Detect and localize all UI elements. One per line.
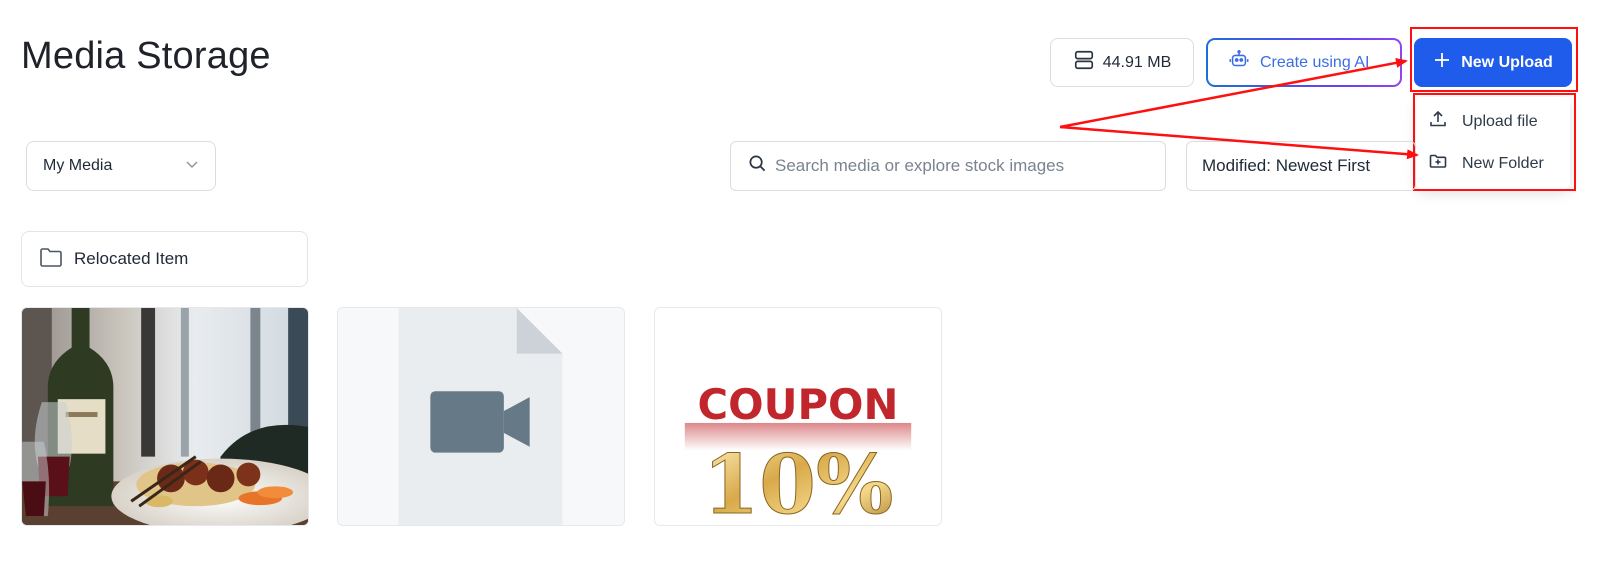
new-upload-label: New Upload: [1461, 53, 1553, 71]
chevron-down-icon: [185, 157, 199, 176]
sort-value: Modified: Newest First: [1202, 156, 1371, 175]
coupon-text: COUPON: [698, 380, 899, 429]
upload-icon: [1428, 109, 1448, 134]
storage-usage-value: 44.91 MB: [1102, 53, 1172, 71]
sort-select[interactable]: Modified: Newest First: [1186, 141, 1416, 191]
menu-item-upload-file[interactable]: Upload file: [1428, 109, 1538, 134]
new-upload-button[interactable]: New Upload: [1414, 38, 1572, 87]
media-item-wine-dinner-photo[interactable]: [21, 307, 309, 526]
create-using-ai-button[interactable]: Create using AI: [1206, 38, 1402, 87]
search-input[interactable]: [775, 156, 1135, 176]
media-item-coupon-image[interactable]: COUPON 10%: [654, 307, 942, 526]
folder-card[interactable]: Relocated Item: [21, 231, 308, 287]
create-using-ai-label: Create using AI: [1260, 53, 1370, 71]
search-icon: [748, 154, 767, 178]
menu-item-new-folder[interactable]: New Folder: [1428, 151, 1544, 176]
plus-icon: [1433, 51, 1451, 74]
ai-robot-icon: [1228, 49, 1250, 76]
menu-item-label: Upload file: [1462, 112, 1538, 130]
upload-dropdown-menu: Upload file New Folder: [1416, 97, 1570, 189]
video-file-thumbnail: [338, 308, 624, 525]
media-item-video[interactable]: [337, 307, 625, 526]
folder-name: Relocated Item: [74, 249, 189, 268]
storage-usage-indicator[interactable]: 44.91 MB: [1050, 38, 1194, 87]
coupon-image: COUPON 10%: [655, 308, 941, 525]
folder-icon: [39, 246, 63, 273]
folder-plus-icon: [1428, 151, 1448, 176]
discount-text: 10%: [703, 438, 894, 525]
media-filter-select[interactable]: My Media: [26, 141, 216, 191]
media-filter-value: My Media: [43, 157, 113, 174]
storage-icon: [1073, 49, 1095, 76]
wine-dinner-photo: [22, 308, 308, 525]
search-box[interactable]: [730, 141, 1166, 191]
menu-item-label: New Folder: [1462, 154, 1544, 172]
page-title: Media Storage: [21, 35, 271, 77]
